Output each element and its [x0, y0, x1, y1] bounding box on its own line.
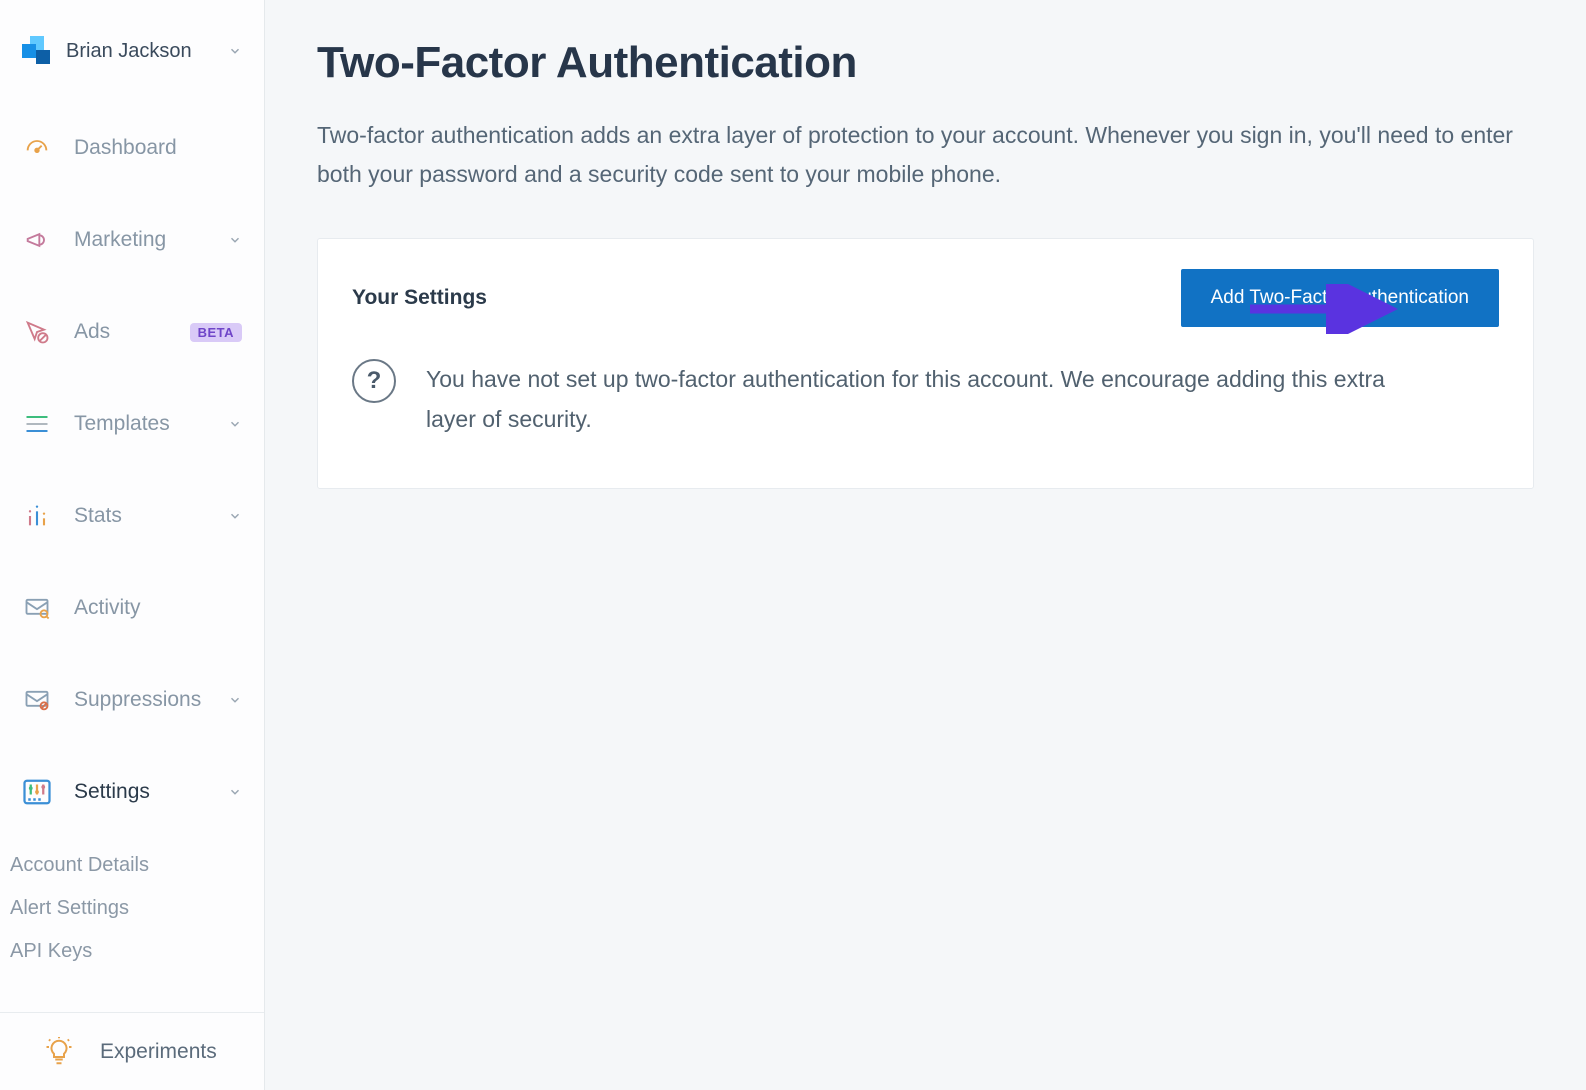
- chevron-down-icon: [228, 417, 242, 431]
- page-description: Two-factor authentication adds an extra …: [317, 116, 1534, 194]
- sidebar-item-dashboard[interactable]: Dashboard: [0, 102, 264, 194]
- beta-badge: BETA: [190, 323, 242, 342]
- envelope-search-icon: [22, 593, 52, 623]
- sidebar-item-stats[interactable]: Stats: [0, 470, 264, 562]
- sidebar-item-label: Marketing: [74, 228, 206, 252]
- settings-card: Your Settings Add Two-Factor Authenticat…: [317, 238, 1534, 489]
- sidebar-nav: Dashboard Marketing Ads BETA: [0, 102, 264, 1012]
- card-title: Your Settings: [352, 286, 487, 310]
- envelope-blocked-icon: [22, 685, 52, 715]
- sidebar-item-ads[interactable]: Ads BETA: [0, 286, 264, 378]
- subnav-item-alert-settings[interactable]: Alert Settings: [10, 887, 264, 930]
- account-avatar: [22, 36, 52, 66]
- lightbulb-icon: [44, 1037, 74, 1067]
- question-icon: ?: [352, 359, 396, 403]
- settings-subnav: Account Details Alert Settings API Keys: [0, 838, 264, 983]
- status-text: You have not set up two-factor authentic…: [426, 359, 1426, 440]
- sidebar-item-activity[interactable]: Activity: [0, 562, 264, 654]
- sidebar-item-label: Experiments: [100, 1040, 264, 1064]
- templates-icon: [22, 409, 52, 439]
- megaphone-icon: [22, 225, 52, 255]
- subnav-item-api-keys[interactable]: API Keys: [10, 930, 264, 973]
- sidebar-item-label: Stats: [74, 504, 206, 528]
- status-row: ? You have not set up two-factor authent…: [352, 359, 1499, 440]
- sidebar-item-suppressions[interactable]: Suppressions: [0, 654, 264, 746]
- sidebar-item-label: Ads: [74, 320, 168, 344]
- sidebar-item-settings[interactable]: Settings: [0, 746, 264, 838]
- add-two-factor-button[interactable]: Add Two-Factor Authentication: [1181, 269, 1499, 327]
- sidebar-item-label: Suppressions: [74, 688, 206, 712]
- chevron-down-icon: [228, 233, 242, 247]
- account-switcher[interactable]: Brian Jackson: [0, 36, 264, 102]
- account-name: Brian Jackson: [66, 40, 214, 63]
- main-content: Two-Factor Authentication Two-factor aut…: [265, 0, 1586, 1090]
- bar-chart-icon: [22, 501, 52, 531]
- sidebar-item-label: Templates: [74, 412, 206, 436]
- sidebar: Brian Jackson Dashboard Marketing: [0, 0, 265, 1090]
- subnav-item-account-details[interactable]: Account Details: [10, 844, 264, 887]
- card-header: Your Settings Add Two-Factor Authenticat…: [352, 269, 1499, 327]
- chevron-down-icon: [228, 693, 242, 707]
- sliders-icon: [22, 777, 52, 807]
- chevron-down-icon: [228, 509, 242, 523]
- sidebar-item-label: Activity: [74, 596, 242, 620]
- gauge-icon: [22, 133, 52, 163]
- sidebar-item-experiments[interactable]: Experiments: [0, 1012, 264, 1090]
- chevron-down-icon: [228, 44, 242, 58]
- sidebar-item-label: Settings: [74, 780, 206, 804]
- cursor-blocked-icon: [22, 317, 52, 347]
- sidebar-item-marketing[interactable]: Marketing: [0, 194, 264, 286]
- sidebar-item-label: Dashboard: [74, 136, 242, 160]
- page-title: Two-Factor Authentication: [317, 38, 1534, 88]
- chevron-down-icon: [228, 785, 242, 799]
- sidebar-item-templates[interactable]: Templates: [0, 378, 264, 470]
